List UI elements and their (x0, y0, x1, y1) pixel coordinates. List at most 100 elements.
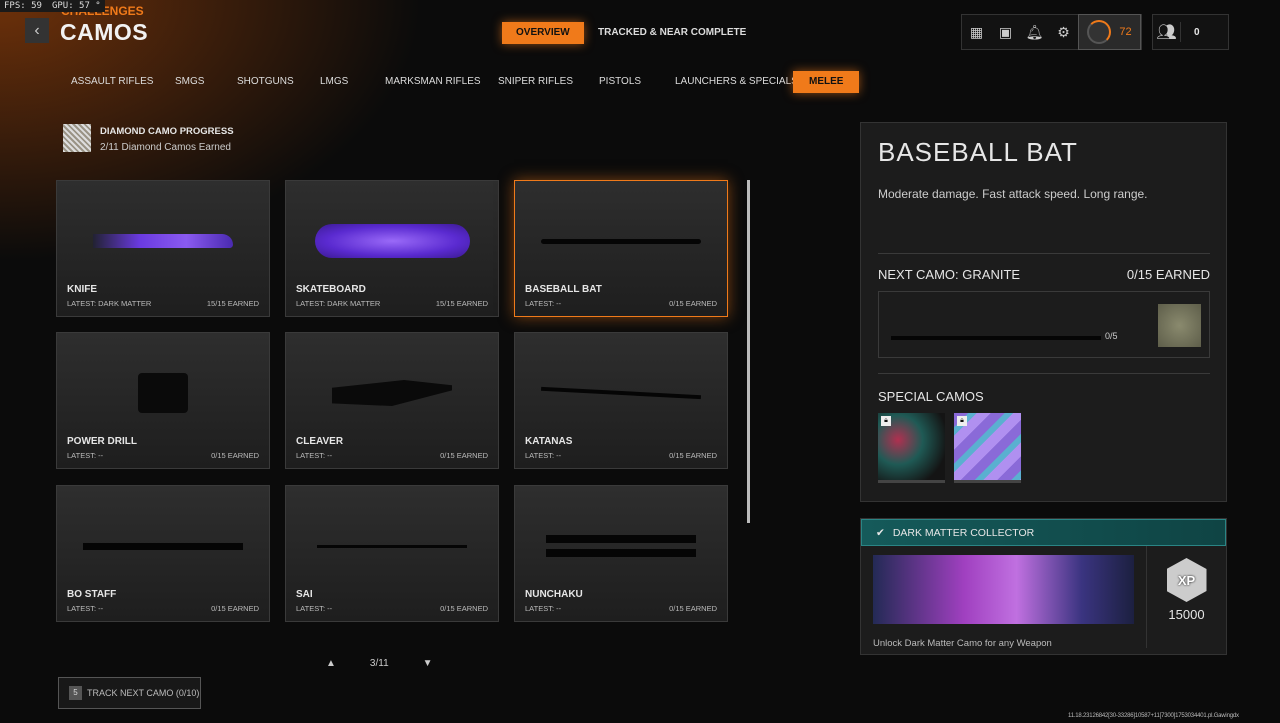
gear-icon[interactable]: ⚙ (1049, 24, 1078, 41)
weapon-card[interactable]: BO STAFF LATEST: -- 0/15 EARNED (56, 485, 270, 622)
map-icon[interactable]: ▣ (991, 24, 1020, 41)
weapon-earned: 0/15 EARNED (211, 451, 259, 460)
gpu-readout: GPU: 57 ° (51, 1, 101, 11)
diamond-subtitle: 2/11 Diamond Camos Earned (100, 142, 231, 153)
progress-bar (891, 336, 1101, 340)
xp-reward: XP 15000 (1146, 546, 1226, 648)
challenge-card[interactable]: ✔ DARK MATTER COLLECTOR XP 15000 Unlock Da… (860, 518, 1227, 655)
weapon-latest-camo: LATEST: -- (525, 451, 562, 460)
party-widget[interactable]: 👥︎ 0 (1152, 14, 1229, 50)
track-label: TRACK NEXT CAMO (0/10) (87, 688, 200, 698)
weapon-name: KNIFE (67, 284, 97, 295)
next-camo-progress: 0/5 (878, 291, 1210, 358)
special-camo-2[interactable]: 🔒︎ (954, 413, 1021, 483)
cat-smgs[interactable]: SMGS (175, 71, 204, 93)
weapon-earned: 0/15 EARNED (211, 604, 259, 613)
page-indicator: 3/11 (369, 658, 389, 669)
weapon-latest-camo: LATEST: -- (296, 604, 333, 613)
hud-bar: ▦ ▣ 🔔︎ ⚙ 72 (961, 14, 1142, 50)
weapon-latest-camo: LATEST: -- (296, 451, 333, 460)
cat-shotguns[interactable]: SHOTGUNS (237, 71, 294, 93)
weapon-name: BASEBALL BAT (525, 284, 602, 295)
weapon-image (306, 363, 478, 423)
diamond-camo-swatch (63, 124, 91, 152)
grid-menu-icon[interactable]: ▦ (962, 24, 991, 41)
build-info: 11.18.23126842[30-33286]10587+11[7300]17… (1068, 713, 1239, 719)
player-level[interactable]: 72 (1078, 14, 1141, 50)
diamond-title: DIAMOND CAMO PROGRESS (100, 126, 234, 137)
weapon-latest-camo: LATEST: -- (525, 604, 562, 613)
page-up-button[interactable]: ▲ (326, 658, 336, 669)
weapon-image (535, 363, 707, 423)
progress-text: 0/5 (1105, 331, 1118, 341)
cat-melee[interactable]: MELEE (793, 71, 860, 93)
weapon-image (77, 363, 249, 423)
weapon-earned: 0/15 EARNED (669, 604, 717, 613)
challenge-title: DARK MATTER COLLECTOR (892, 526, 1035, 539)
xp-icon: XP (1166, 558, 1207, 602)
challenge-header: ✔ DARK MATTER COLLECTOR (861, 519, 1226, 546)
weapon-card[interactable]: KATANAS LATEST: -- 0/15 EARNED (514, 332, 728, 469)
weapon-earned: 0/15 EARNED (440, 604, 488, 613)
weapon-name: SAI (296, 589, 313, 600)
cat-marksman[interactable]: MARKSMAN RIFLES (385, 71, 481, 93)
challenge-banner-image (873, 555, 1134, 624)
pager: ▲ 3/11 ▼ (326, 658, 433, 669)
weapon-earned: 0/15 EARNED (669, 451, 717, 460)
party-icon: 👥︎ (1153, 22, 1181, 42)
weapon-description: Moderate damage. Fast attack speed. Long… (878, 187, 1148, 201)
weapon-name: POWER DRILL (67, 436, 137, 447)
rank-emblem-icon (1087, 20, 1112, 44)
next-camo-label: NEXT CAMO: GRANITE (878, 267, 1021, 282)
weapon-card[interactable]: CLEAVER LATEST: -- 0/15 EARNED (285, 332, 499, 469)
party-count: 0 (1194, 26, 1200, 38)
tab-overview[interactable]: OVERVIEW (502, 22, 584, 44)
track-next-camo-button[interactable]: 5 TRACK NEXT CAMO (0/10) (58, 677, 201, 709)
weapon-card[interactable]: SAI LATEST: -- 0/15 EARNED (285, 485, 499, 622)
diamond-progress: DIAMOND CAMO PROGRESS 2/11 Diamond Camos … (63, 124, 234, 155)
divider (878, 373, 1210, 374)
weapon-latest-camo: LATEST: DARK MATTER (67, 299, 152, 308)
weapon-latest-camo: LATEST: -- (525, 299, 562, 308)
xp-icon-text: XP (1177, 572, 1196, 588)
tab-tracked[interactable]: TRACKED & NEAR COMPLETE (584, 22, 760, 44)
next-camo-earned: 0/15 EARNED (1126, 267, 1210, 282)
cat-launchers[interactable]: LAUNCHERS & SPECIALS (675, 71, 798, 93)
cat-snipers[interactable]: SNIPER RIFLES (498, 71, 573, 93)
cat-pistols[interactable]: PISTOLS (599, 71, 641, 93)
cat-assault-rifles[interactable]: ASSAULT RIFLES (71, 71, 153, 93)
weapon-card[interactable]: NUNCHAKU LATEST: -- 0/15 EARNED (514, 485, 728, 622)
weapon-card[interactable]: KNIFE LATEST: DARK MATTER 15/15 EARNED (56, 180, 270, 317)
perf-overlay: FPS: 59 GPU: 57 ° (0, 0, 105, 12)
weapon-image (77, 211, 249, 271)
weapon-image (535, 211, 707, 271)
page-title: CAMOS (60, 19, 149, 45)
weapon-card[interactable]: BASEBALL BAT LATEST: -- 0/15 EARNED (514, 180, 728, 317)
weapon-image (535, 516, 707, 576)
weapon-name: BO STAFF (67, 589, 117, 600)
weapon-latest-camo: LATEST: DARK MATTER (296, 299, 381, 308)
bell-icon[interactable]: 🔔︎ (1020, 24, 1049, 41)
special-camos-label: SPECIAL CAMOS (878, 389, 984, 404)
challenge-description: Unlock Dark Matter Camo for any Weapon (873, 638, 1052, 649)
weapon-earned: 15/15 EARNED (206, 299, 259, 308)
weapon-card[interactable]: SKATEBOARD LATEST: DARK MATTER 15/15 EAR… (285, 180, 499, 317)
grid-scrollbar[interactable] (747, 180, 750, 523)
weapon-image (306, 211, 478, 271)
weapon-image (306, 516, 478, 576)
lock-icon: 🔒︎ (881, 416, 891, 426)
weapon-latest-camo: LATEST: -- (67, 604, 104, 613)
weapon-earned: 0/15 EARNED (669, 299, 717, 308)
page-down-button[interactable]: ▼ (423, 658, 433, 669)
weapon-image (77, 516, 249, 576)
back-button[interactable]: ‹ (25, 18, 49, 43)
weapon-detail-panel: BASEBALL BAT Moderate damage. Fast attac… (860, 122, 1227, 502)
weapon-name: KATANAS (525, 436, 573, 447)
weapon-name: SKATEBOARD (296, 284, 366, 295)
cat-lmgs[interactable]: LMGS (320, 71, 348, 93)
weapon-earned: 15/15 EARNED (435, 299, 488, 308)
special-camo-1[interactable]: 🔒︎ (878, 413, 945, 483)
weapon-card[interactable]: POWER DRILL LATEST: -- 0/15 EARNED (56, 332, 270, 469)
weapon-latest-camo: LATEST: -- (67, 451, 104, 460)
granite-camo-swatch (1158, 304, 1201, 347)
